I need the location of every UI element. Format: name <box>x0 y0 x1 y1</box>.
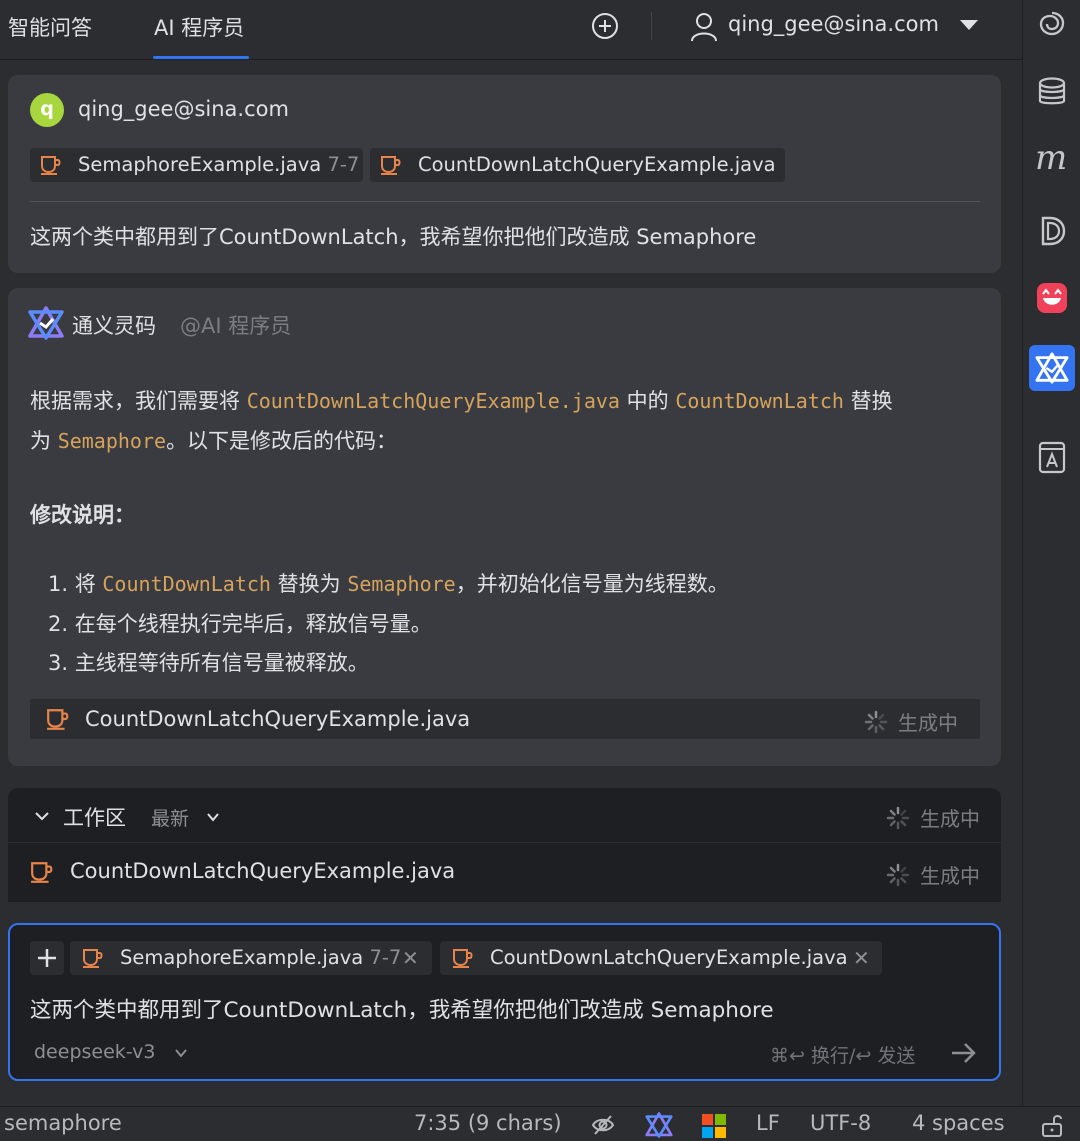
inline-code: Semaphore <box>57 429 167 453</box>
intro-text: 替换 <box>843 389 893 413</box>
java-file-icon <box>41 156 61 175</box>
avatar: q <box>30 93 64 127</box>
filter-chevron-icon[interactable] <box>206 810 220 824</box>
plus-icon <box>38 949 56 967</box>
intro-text: 为 <box>30 429 58 453</box>
message-author: qing_gee@sina.com <box>78 97 289 121</box>
chevron-down-icon[interactable] <box>174 1046 188 1060</box>
loading-spinner-icon <box>886 863 910 887</box>
attachment-filename: SemaphoreExample.java <box>78 153 322 176</box>
generated-file-row[interactable]: CountDownLatchQueryExample.java 生成中 <box>30 699 980 739</box>
intro-text: 中的 <box>619 389 676 413</box>
d-plugin-icon[interactable] <box>1035 214 1069 248</box>
send-shortcut-hint: ⌘↩ 换行/↩ 发送 <box>770 1045 916 1067</box>
generating-status: 生成中 <box>864 707 958 736</box>
m-plugin-icon[interactable]: m <box>1035 138 1067 178</box>
user-icon <box>691 13 717 42</box>
cat-plugin-icon[interactable] <box>1035 281 1069 315</box>
loading-spinner-icon <box>864 710 888 734</box>
unlock-icon[interactable] <box>1040 1112 1064 1138</box>
windows-logo-icon[interactable] <box>701 1113 727 1139</box>
file-encoding[interactable]: UTF-8 <box>810 1111 871 1135</box>
tongyi-lingma-icon[interactable] <box>1035 351 1069 385</box>
chat-panel: 智能问答 AI 程序员 qing_gee@sina.com q qing_gee… <box>0 0 1022 1106</box>
attachment-range: 7-7 <box>327 153 360 176</box>
attachment-filename: SemaphoreExample.java <box>120 946 364 969</box>
list-item: 1. 将 CountDownLatch 替换为 Semaphore，并初始化信号… <box>48 568 729 598</box>
status-bar: semaphore 7:35 (9 chars) LF UTF-8 4 spac… <box>0 1106 1080 1141</box>
account-email[interactable]: qing_gee@sina.com <box>728 12 939 36</box>
new-chat-icon[interactable] <box>590 11 620 41</box>
indent-setting[interactable]: 4 spaces <box>912 1111 1005 1135</box>
ai-intro-paragraph: 根据需求，我们需要将 CountDownLatchQueryExample.ja… <box>30 381 985 461</box>
attachment-chip[interactable]: SemaphoreExample.java 7-7 <box>30 148 363 182</box>
inline-code: CountDownLatchQueryExample.java <box>246 389 620 413</box>
user-message-card: q qing_gee@sina.com SemaphoreExample.jav… <box>8 75 1001 273</box>
workspace-filter[interactable]: 最新 <box>151 804 189 831</box>
add-context-button[interactable] <box>30 941 64 975</box>
attachment-chip[interactable]: CountDownLatchQueryExample.java <box>370 148 785 182</box>
status-text: 生成中 <box>920 864 980 888</box>
remove-attachment-icon[interactable]: ✕ <box>853 941 870 975</box>
model-selector[interactable]: deepseek-v3 <box>34 1041 155 1063</box>
chat-input-text[interactable]: 这两个类中都用到了CountDownLatch，我希望你把他们改造成 Semap… <box>30 993 774 1024</box>
status-text: 生成中 <box>920 807 980 831</box>
list-text: ，并初始化信号量为线程数。 <box>455 572 729 596</box>
status-branch[interactable]: semaphore <box>4 1111 122 1135</box>
visibility-off-icon[interactable] <box>591 1113 615 1137</box>
input-attachment-chip[interactable]: SemaphoreExample.java 7-7 ✕ <box>70 941 432 975</box>
tongyi-status-icon[interactable] <box>645 1112 673 1138</box>
inline-code: CountDownLatch <box>102 572 271 596</box>
active-tab-indicator <box>153 56 249 59</box>
ai-message-card: 通义灵码 @AI 程序员 根据需求，我们需要将 CountDownLatchQu… <box>8 288 1001 766</box>
chat-header: 智能问答 AI 程序员 qing_gee@sina.com <box>0 0 1022 60</box>
database-icon[interactable] <box>1035 75 1069 109</box>
list-text: 替换为 <box>270 572 348 596</box>
workspace-title[interactable]: 工作区 <box>63 802 126 832</box>
header-separator <box>651 12 652 40</box>
workspace-file-status: 生成中 <box>886 860 980 889</box>
java-file-icon <box>381 156 401 175</box>
workspace-panel: 工作区 最新 生成中 CountDownLatchQueryExample.ja… <box>8 788 1001 902</box>
list-item: 2. 在每个线程执行完毕后，释放信号量。 <box>48 612 432 636</box>
workspace-status: 生成中 <box>886 803 980 832</box>
workspace-file-name[interactable]: CountDownLatchQueryExample.java <box>70 859 455 883</box>
tab-ai-programmer[interactable]: AI 程序员 <box>154 12 244 42</box>
list-text: 1. 将 <box>48 572 103 596</box>
divider <box>8 842 1001 843</box>
divider <box>30 201 980 202</box>
spiral-icon[interactable] <box>1035 6 1069 40</box>
java-file-icon <box>453 949 473 968</box>
intro-text: 根据需求，我们需要将 <box>30 389 247 413</box>
input-attachment-chip[interactable]: CountDownLatchQueryExample.java ✕ <box>440 941 882 975</box>
intro-text: 。以下是修改后的代码： <box>166 429 398 453</box>
java-file-icon <box>83 949 103 968</box>
chevron-down-icon[interactable] <box>34 808 50 824</box>
list-item: 3. 主线程等待所有信号量被释放。 <box>48 651 369 675</box>
generated-file-name: CountDownLatchQueryExample.java <box>85 707 471 731</box>
cursor-position[interactable]: 7:35 (9 chars) <box>414 1111 562 1135</box>
tongyi-lingma-logo-icon <box>28 306 64 340</box>
java-file-icon <box>31 862 53 883</box>
inline-code: CountDownLatch <box>675 389 844 413</box>
section-title: 修改说明： <box>30 503 135 527</box>
line-ending[interactable]: LF <box>756 1111 780 1135</box>
attachment-range: 7-7 <box>369 946 402 969</box>
remove-attachment-icon[interactable]: ✕ <box>402 941 419 975</box>
send-arrow-icon[interactable] <box>950 1040 978 1066</box>
tab-smart-qa[interactable]: 智能问答 <box>8 12 92 42</box>
chat-input-box[interactable]: SemaphoreExample.java 7-7 ✕ CountDownLat… <box>8 923 1001 1081</box>
status-text: 生成中 <box>898 711 958 735</box>
ai-author-name: 通义灵码 <box>72 314 156 338</box>
inline-code: Semaphore <box>347 572 456 596</box>
ai-mention: @AI 程序员 <box>180 314 292 338</box>
notebook-icon[interactable] <box>1035 440 1069 474</box>
right-tool-bar: m <box>1022 0 1080 1106</box>
loading-spinner-icon <box>886 806 910 830</box>
account-dropdown-icon[interactable] <box>960 20 978 30</box>
attachment-filename: CountDownLatchQueryExample.java <box>418 153 776 176</box>
attachment-filename: CountDownLatchQueryExample.java <box>490 946 848 969</box>
user-message-text: 这两个类中都用到了CountDownLatch，我希望你把他们改造成 Semap… <box>30 225 757 249</box>
java-file-icon <box>47 709 69 730</box>
